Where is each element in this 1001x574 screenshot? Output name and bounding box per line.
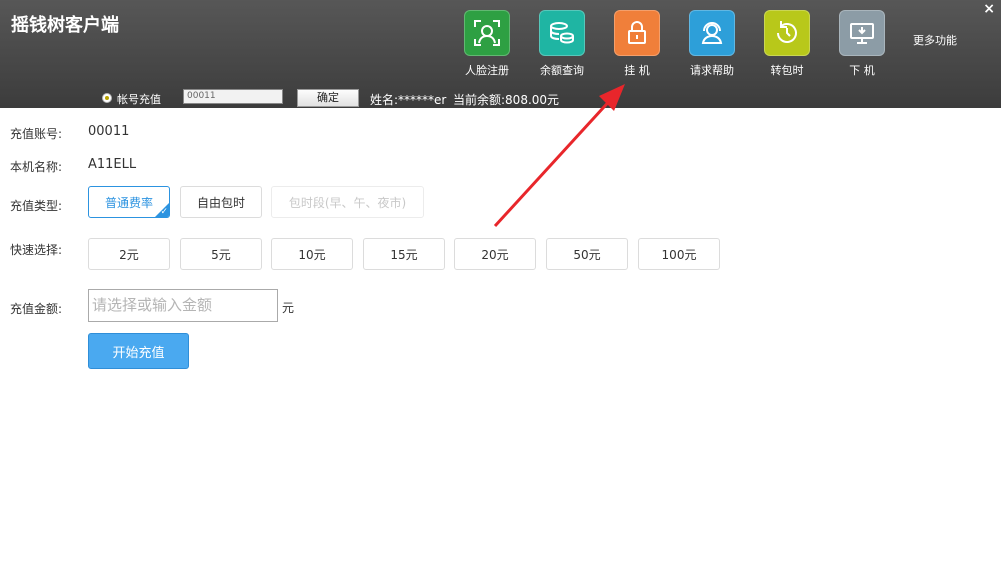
- clock-refresh-icon: [764, 10, 810, 56]
- support-agent-icon: [689, 10, 735, 56]
- quick-2-button[interactable]: 2元: [88, 238, 170, 270]
- type-standard-rate-button[interactable]: 普通费率 ✓: [88, 186, 170, 218]
- radio-dot: [105, 96, 109, 100]
- balance-query-button[interactable]: 余额查询: [532, 10, 592, 78]
- annotation-arrow-line: [493, 94, 616, 228]
- type-standard-rate-label: 普通费率: [104, 195, 153, 210]
- face-scan-icon: [464, 10, 510, 56]
- logout-button[interactable]: 下 机: [832, 10, 892, 78]
- app-title: 摇钱树客户端: [11, 15, 119, 36]
- logout-label: 下 机: [849, 64, 875, 77]
- start-recharge-button[interactable]: 开始充值: [88, 333, 189, 369]
- check-icon: ✓: [160, 207, 168, 217]
- quick-select-label: 快速选择:: [10, 243, 63, 257]
- machine-value: A11ELL: [88, 157, 137, 172]
- hang-up-button[interactable]: 挂 机: [607, 10, 667, 78]
- account-label: 充值账号:: [10, 127, 63, 141]
- lock-icon: [614, 10, 660, 56]
- type-free-package-label: 自由包时: [196, 195, 245, 210]
- balance-query-label: 余额查询: [540, 64, 584, 77]
- coins-icon: [539, 10, 585, 56]
- request-help-button[interactable]: 请求帮助: [682, 10, 742, 78]
- type-label: 充值类型:: [10, 199, 63, 213]
- quick-5-button[interactable]: 5元: [180, 238, 262, 270]
- close-button[interactable]: ×: [983, 1, 995, 17]
- type-free-package-button[interactable]: 自由包时: [180, 186, 262, 218]
- face-register-button[interactable]: 人脸注册: [457, 10, 517, 78]
- type-time-slot-label: 包时段(早、午、夜市): [288, 195, 407, 210]
- quick-50-button[interactable]: 50元: [546, 238, 628, 270]
- account-input[interactable]: 00011: [183, 89, 283, 104]
- current-balance-text: 当前余额:808.00元: [453, 93, 560, 107]
- switch-package-label: 转包时: [770, 64, 804, 77]
- hang-up-label: 挂 机: [624, 64, 650, 77]
- amount-input[interactable]: 请选择或输入金额: [88, 289, 278, 322]
- quick-20-button[interactable]: 20元: [454, 238, 536, 270]
- header-bar: 摇钱树客户端 × 人脸注册 余额查询 挂 机 请求帮助 转包时 下 机 更多功能…: [0, 0, 1001, 108]
- confirm-button[interactable]: 确定: [297, 89, 359, 107]
- switch-package-button[interactable]: 转包时: [757, 10, 817, 78]
- user-name-text: 姓名:******er: [370, 93, 447, 107]
- machine-label: 本机名称:: [10, 160, 63, 174]
- quick-15-button[interactable]: 15元: [363, 238, 445, 270]
- type-time-slot-button[interactable]: 包时段(早、午、夜市): [271, 186, 424, 218]
- face-register-label: 人脸注册: [465, 64, 509, 77]
- more-functions-link[interactable]: 更多功能: [913, 32, 957, 48]
- account-value: 00011: [88, 124, 130, 139]
- quick-100-button[interactable]: 100元: [638, 238, 720, 270]
- quick-10-button[interactable]: 10元: [271, 238, 353, 270]
- request-help-label: 请求帮助: [690, 64, 734, 77]
- amount-unit: 元: [282, 301, 295, 315]
- monitor-icon: [839, 10, 885, 56]
- account-recharge-radio[interactable]: [102, 93, 112, 103]
- amount-label: 充值金额:: [10, 302, 63, 316]
- account-recharge-label: 帐号充值: [117, 93, 161, 106]
